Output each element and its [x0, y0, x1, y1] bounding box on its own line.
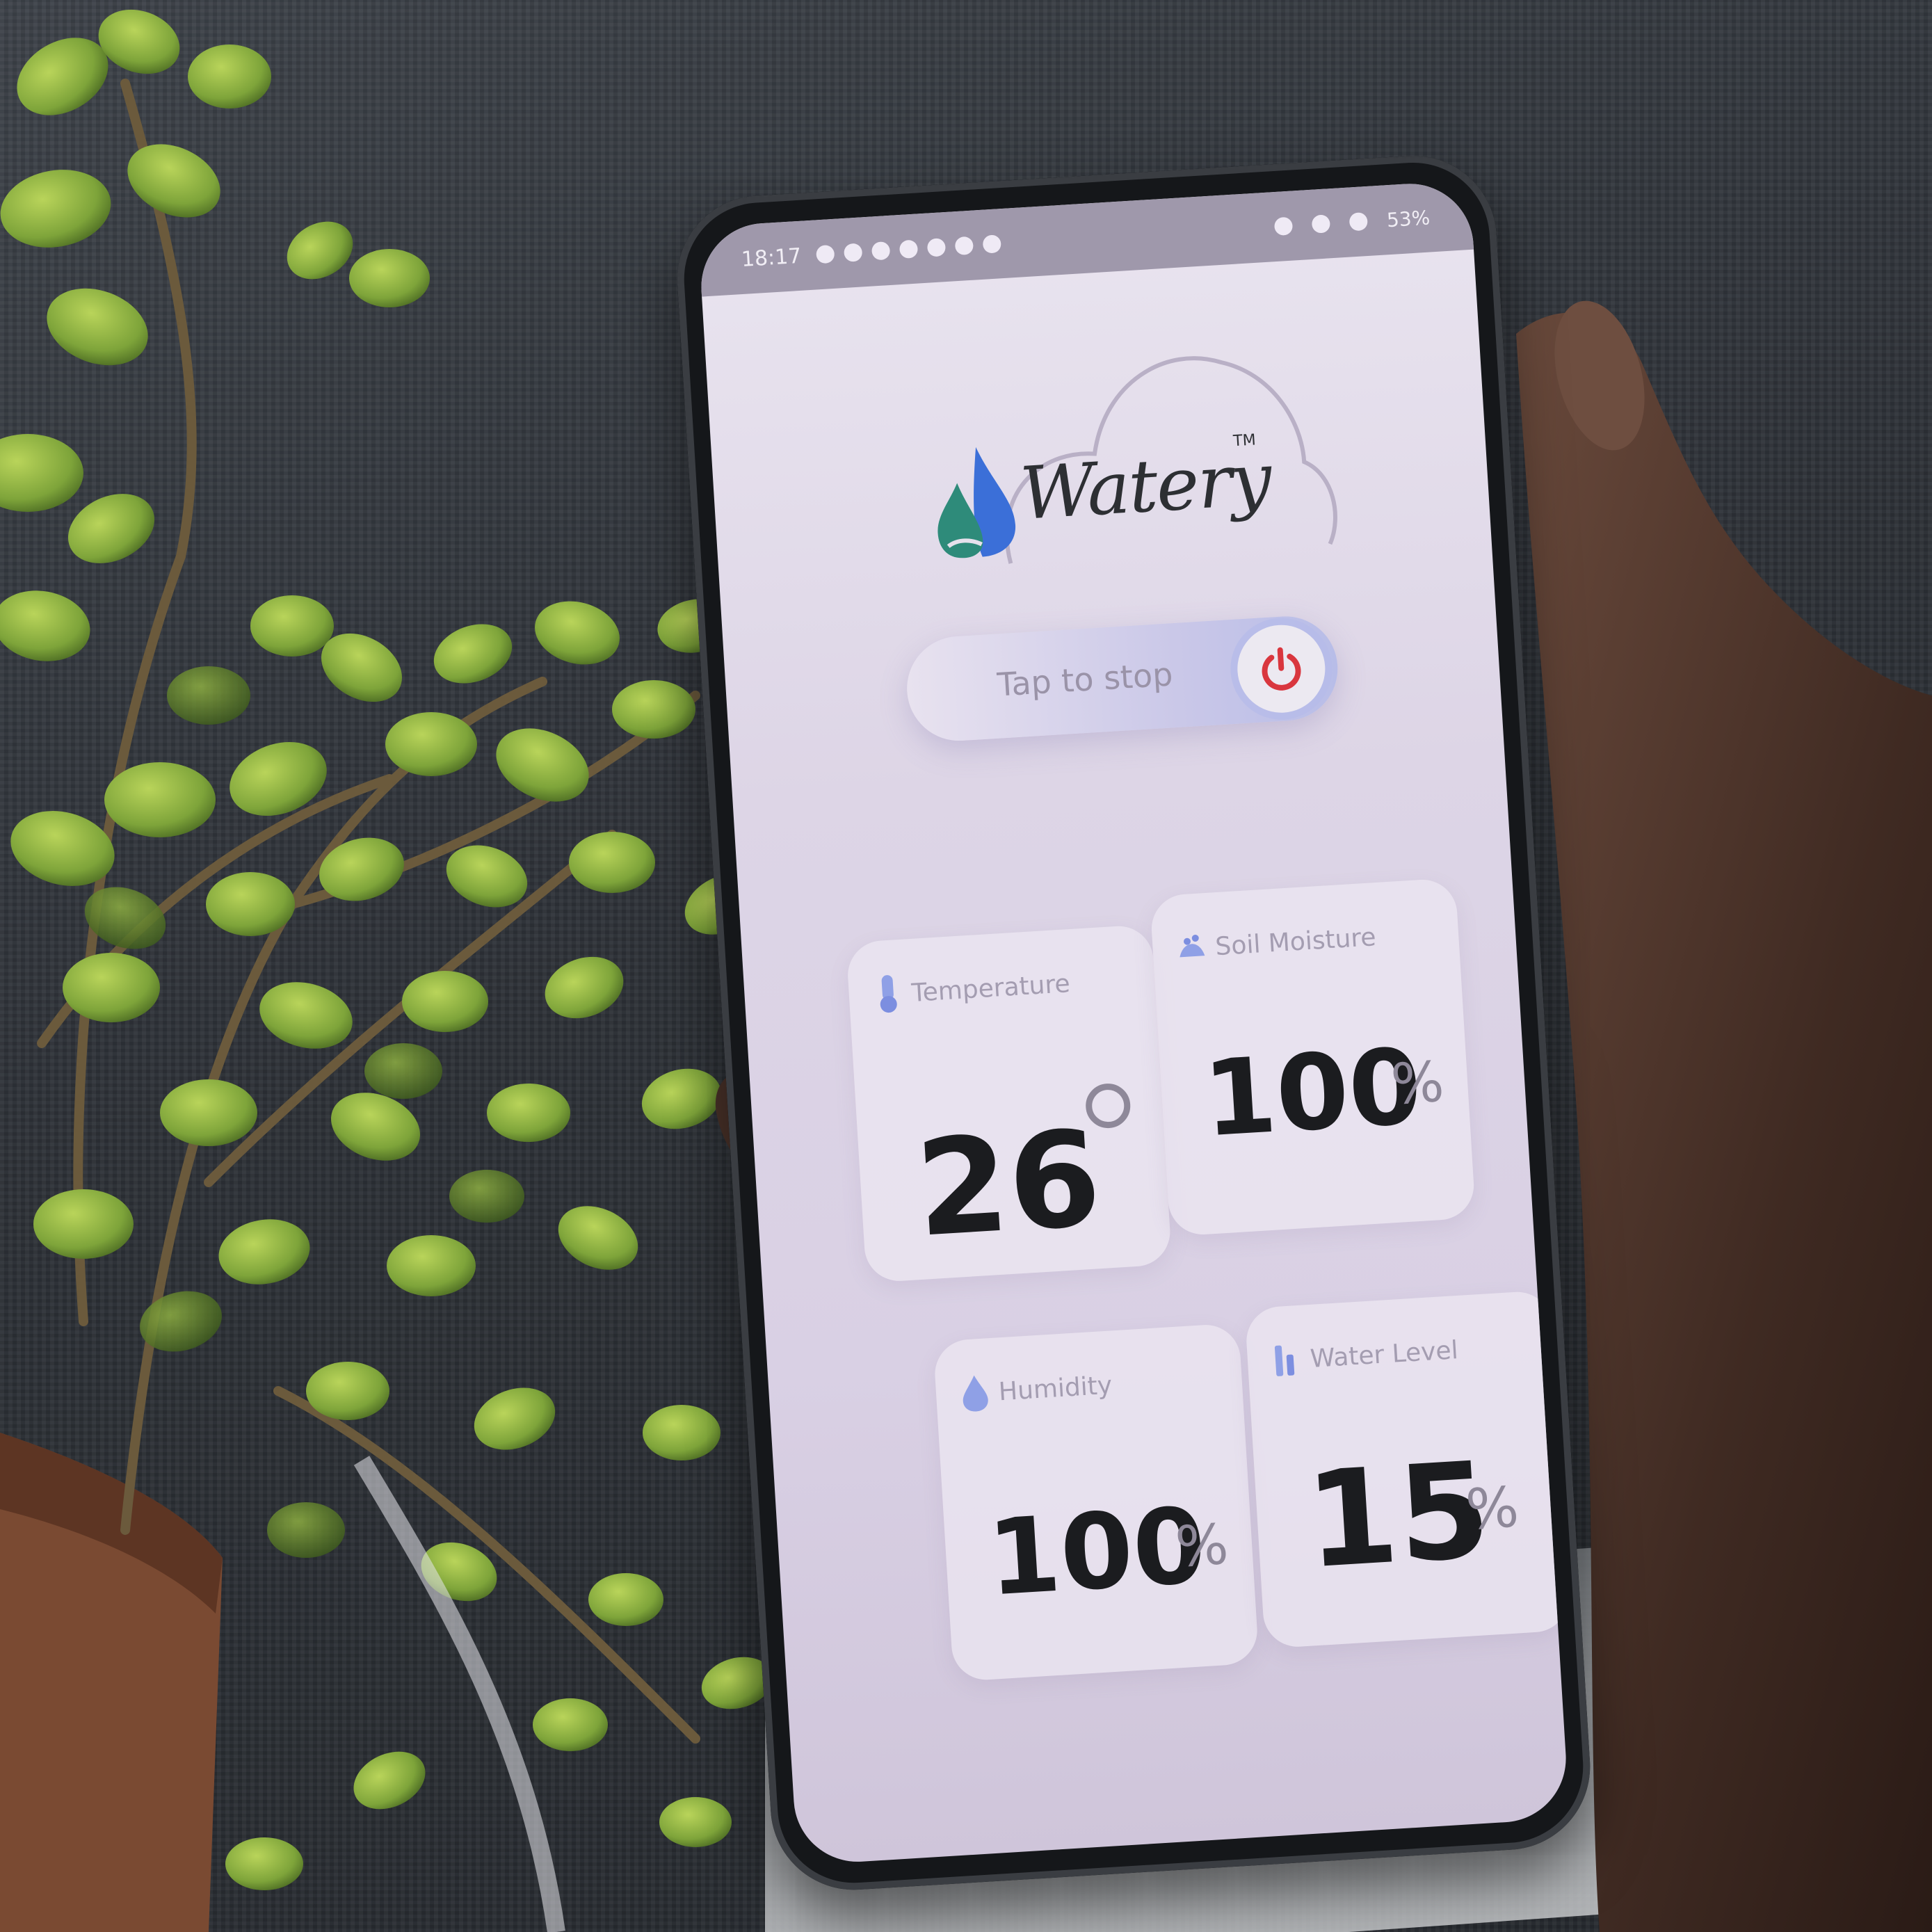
notification-icon — [816, 244, 835, 264]
app-screen: 18:17 53% Watery TM Tap to stop Temperat… — [698, 179, 1570, 1866]
notification-icon — [899, 239, 919, 259]
status-indicators: 53% — [1273, 206, 1431, 239]
power-button[interactable] — [1234, 622, 1328, 716]
wifi-icon — [1311, 214, 1330, 234]
notification-icon — [927, 238, 947, 257]
percent-unit: % — [1463, 1474, 1521, 1543]
water-level-label: Water Level — [1309, 1336, 1459, 1374]
watery-logo: Watery TM — [927, 422, 1282, 568]
humidity-label: Humidity — [997, 1371, 1113, 1407]
soil-moisture-card[interactable]: Soil Moisture 100 % — [1149, 878, 1476, 1237]
percent-unit: % — [1389, 1049, 1446, 1118]
brand-name: Watery — [1017, 436, 1273, 537]
humidity-card[interactable]: Humidity 100 % — [933, 1323, 1259, 1682]
soil-moisture-label: Soil Moisture — [1214, 923, 1377, 962]
notification-icon — [844, 243, 863, 262]
temperature-card[interactable]: Temperature 26 — [846, 924, 1173, 1283]
toggle-label: Tap to stop — [996, 655, 1174, 704]
water-drop-icon — [963, 1375, 988, 1412]
notification-icon — [982, 234, 1002, 254]
water-drop-logo-icon — [937, 446, 1015, 558]
water-level-icon — [1274, 1345, 1295, 1376]
smartphone: 18:17 53% Watery TM Tap to stop Temperat… — [672, 150, 1595, 1895]
status-time: 18:17 — [740, 243, 803, 272]
temperature-value: 26 — [912, 1102, 1105, 1266]
battery-level: 53% — [1385, 205, 1431, 232]
photo-scene: 18:17 53% Watery TM Tap to stop Temperat… — [0, 0, 1932, 1932]
alarm-icon — [1273, 216, 1294, 236]
thermometer-icon — [880, 975, 897, 1013]
percent-unit: % — [1173, 1511, 1230, 1580]
signal-icon — [1349, 211, 1368, 232]
soil-icon — [1180, 934, 1205, 958]
notification-icon — [955, 236, 974, 256]
power-icon — [1262, 647, 1301, 691]
status-bar: 18:17 53% — [698, 179, 1474, 297]
temperature-label: Temperature — [910, 969, 1071, 1008]
trademark-mark: TM — [1232, 431, 1257, 451]
notification-icon — [871, 241, 891, 261]
water-level-card[interactable]: Water Level 15 % — [1244, 1289, 1570, 1649]
power-toggle[interactable]: Tap to stop — [903, 613, 1341, 744]
